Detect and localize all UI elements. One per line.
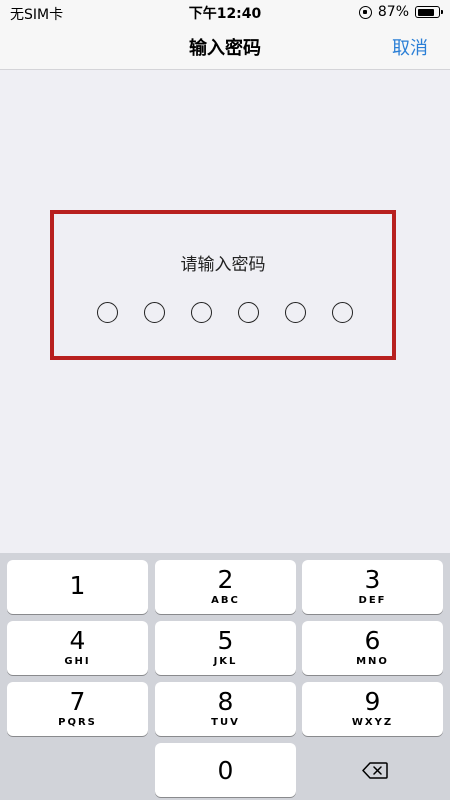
rotation-lock-icon	[358, 5, 372, 19]
key-number: 5	[217, 626, 234, 655]
key-6[interactable]: 6 MNO	[302, 621, 443, 675]
password-dots[interactable]	[97, 302, 353, 323]
backspace-icon	[362, 762, 388, 779]
key-1[interactable]: 1	[7, 560, 148, 614]
battery-icon	[415, 6, 443, 18]
password-dot	[191, 302, 212, 323]
key-number: 6	[364, 626, 381, 655]
status-bar: 无SIM卡 下午12:40 87%	[0, 0, 450, 24]
key-letters: WXYZ	[351, 717, 394, 728]
key-letters: JKL	[213, 656, 238, 667]
password-dot	[97, 302, 118, 323]
battery-percent: 87%	[377, 4, 409, 20]
key-2[interactable]: 2 ABC	[155, 560, 296, 614]
battery-fill	[417, 8, 435, 16]
password-dot	[285, 302, 306, 323]
status-right-group: 87%	[358, 4, 443, 20]
key-letters: MNO	[356, 656, 389, 667]
password-dot	[144, 302, 165, 323]
key-number: 1	[69, 571, 86, 600]
key-number: 4	[69, 626, 86, 655]
key-3[interactable]: 3 DEF	[302, 560, 443, 614]
key-5[interactable]: 5 JKL	[155, 621, 296, 675]
key-letters: DEF	[358, 595, 387, 606]
key-number: 0	[217, 756, 234, 785]
key-9[interactable]: 9 WXYZ	[302, 682, 443, 736]
key-number: 9	[364, 687, 381, 716]
password-prompt: 请输入密码	[180, 255, 266, 275]
key-8[interactable]: 8 TUV	[155, 682, 296, 736]
numeric-keypad: 1 2 ABC 3 DEF 4 GHI 5 JKL 6 MNO 7 PQRS 8 TUV 9 WXYZ 0	[0, 553, 450, 800]
nav-bar: 输入密码 取消	[0, 24, 450, 70]
key-number: 7	[69, 687, 86, 716]
screen: 无SIM卡 下午12:40 87% 输入密码 取消 请输入密码 1 2 ABC 3 DE…	[0, 0, 450, 800]
password-dot	[332, 302, 353, 323]
key-letters: PQRS	[58, 717, 97, 728]
key-letters: TUV	[211, 717, 240, 728]
cancel-button[interactable]: 取消	[392, 34, 428, 60]
key-number: 8	[217, 687, 234, 716]
password-entry-box: 请输入密码	[50, 210, 396, 360]
key-0[interactable]: 0	[155, 743, 296, 797]
key-letters: ABC	[211, 595, 240, 606]
page-title: 输入密码	[189, 38, 261, 59]
delete-button[interactable]	[302, 743, 443, 797]
password-dot	[238, 302, 259, 323]
key-7[interactable]: 7 PQRS	[7, 682, 148, 736]
key-number: 2	[217, 565, 234, 594]
key-letters: GHI	[64, 656, 91, 667]
key-4[interactable]: 4 GHI	[7, 621, 148, 675]
key-number: 3	[364, 565, 381, 594]
